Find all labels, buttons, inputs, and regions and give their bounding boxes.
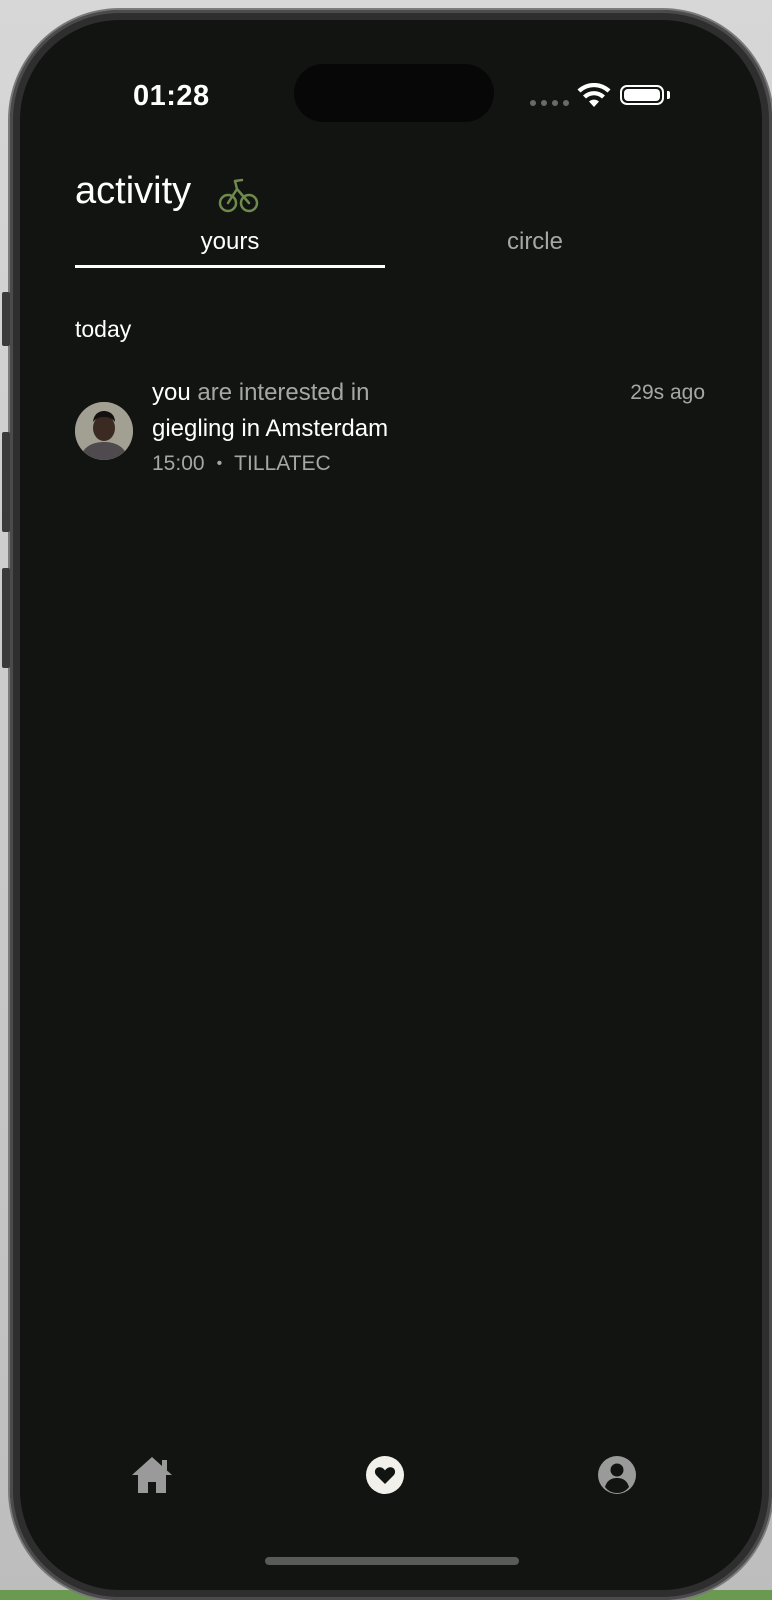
app-screen: 01:28 activity yours circle today you ar…: [20, 20, 762, 1590]
section-heading-today: today: [75, 316, 132, 342]
detail-separator: •: [216, 455, 223, 472]
tab-circle[interactable]: circle: [380, 228, 690, 256]
heart-icon[interactable]: [364, 1454, 406, 1496]
wifi-icon: [577, 83, 611, 107]
device-backdrop: 01:28 activity yours circle today you ar…: [0, 0, 772, 1600]
phone-frame: 01:28 activity yours circle today you ar…: [2, 10, 772, 1600]
cellular-signal-icon: [530, 100, 569, 106]
event-venue: TILLATEC: [234, 452, 331, 475]
dynamic-island: [294, 64, 494, 122]
event-details: 15:00 • TILLATEC: [152, 452, 331, 476]
activity-actor: you: [152, 379, 191, 406]
event-time: 15:00: [152, 452, 205, 475]
volume-up-button: [2, 432, 10, 532]
active-tab-indicator: [75, 265, 385, 268]
battery-icon: [620, 85, 664, 105]
page-title: activity: [75, 170, 192, 212]
home-icon[interactable]: [129, 1454, 175, 1496]
avatar-image: [75, 402, 133, 460]
volume-down-button: [2, 568, 10, 668]
event-title[interactable]: giegling in Amsterdam: [152, 415, 388, 443]
action-button: [2, 292, 10, 346]
bicycle-icon: [218, 178, 259, 213]
avatar[interactable]: [75, 402, 133, 460]
activity-timestamp: 29s ago: [630, 381, 705, 404]
battery-cap: [667, 91, 670, 99]
activity-summary: you are interested in: [152, 379, 369, 407]
tab-yours[interactable]: yours: [75, 228, 385, 256]
home-indicator[interactable]: [265, 1557, 519, 1565]
profile-icon[interactable]: [596, 1454, 638, 1496]
status-time: 01:28: [133, 80, 210, 112]
activity-verb: are interested in: [197, 379, 370, 406]
activity-item[interactable]: you are interested in giegling in Amster…: [75, 375, 705, 495]
